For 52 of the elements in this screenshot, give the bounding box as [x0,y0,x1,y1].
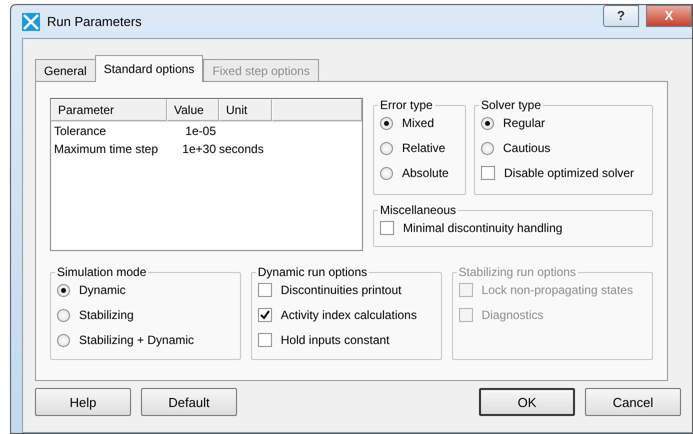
option-label: Stabilizing + Dynamic [79,333,194,347]
column-header[interactable]: Parameter [51,99,167,121]
radio-button[interactable] [380,142,393,154]
dialog-button[interactable]: Default [141,388,237,416]
group-title: Solver type [480,98,542,112]
radio-button[interactable] [380,116,393,130]
option-label: Discontinuities printout [280,283,402,297]
option-label: Minimal discontinuity handling [403,221,562,235]
tab[interactable]: General [35,59,96,81]
checkbox[interactable] [258,333,272,347]
group-title: Simulation mode [56,265,148,279]
option-label: Regular [503,116,546,130]
group-title: Error type [379,98,434,112]
option-label: Disable optimized solver [504,166,634,180]
option-label: Mixed [402,116,434,130]
column-header[interactable]: Value [167,99,219,121]
table-cell-text: 1e+30 [181,142,216,156]
group-title: Stabilizing run options [458,265,577,279]
radio-button[interactable] [380,166,393,180]
table-cell-text: Tolerance [53,124,108,138]
checkbox[interactable] [380,221,394,235]
radio-button[interactable] [481,116,494,130]
option-label: Dynamic [79,283,126,297]
dialog-button[interactable]: OK [479,388,575,416]
checkbox[interactable] [258,283,272,297]
group-title: Dynamic run options [256,265,368,279]
option-label: Lock non-propagating states [482,283,633,297]
table-cell-text: seconds [218,142,265,156]
table-cell-text: 1e-05 [184,124,216,138]
radio-button[interactable] [481,142,494,154]
tab[interactable]: Standard options [94,55,204,82]
group-title: Miscellaneous [379,203,458,217]
option-label: Relative [402,141,446,155]
dialog-button[interactable]: Help [35,388,131,416]
radio-button[interactable] [57,334,70,346]
app-logo-icon [22,12,40,30]
window-title: Run Parameters [47,14,143,29]
help-button[interactable]: ? [603,4,639,26]
radio-button[interactable] [57,308,70,322]
option-label: Stabilizing [79,308,134,322]
parameter-list[interactable]: Parameter Value Unit Tolerance 1e-05 Maximum time step 1e+30 seconds [50,98,363,251]
option-label: Hold inputs constant [280,333,390,347]
checkbox[interactable] [481,166,495,180]
radio-button[interactable] [57,284,70,296]
checkbox[interactable] [258,308,272,322]
option-label: Absolute [402,166,449,180]
dialog-button[interactable]: Cancel [585,388,681,416]
option-label: Activity index calculations [280,308,417,322]
option-label: Cautious [503,141,550,155]
option-label: Diagnostics [482,308,544,322]
table-cell-text: Maximum time step [53,142,160,156]
column-header[interactable]: Unit [219,99,272,121]
